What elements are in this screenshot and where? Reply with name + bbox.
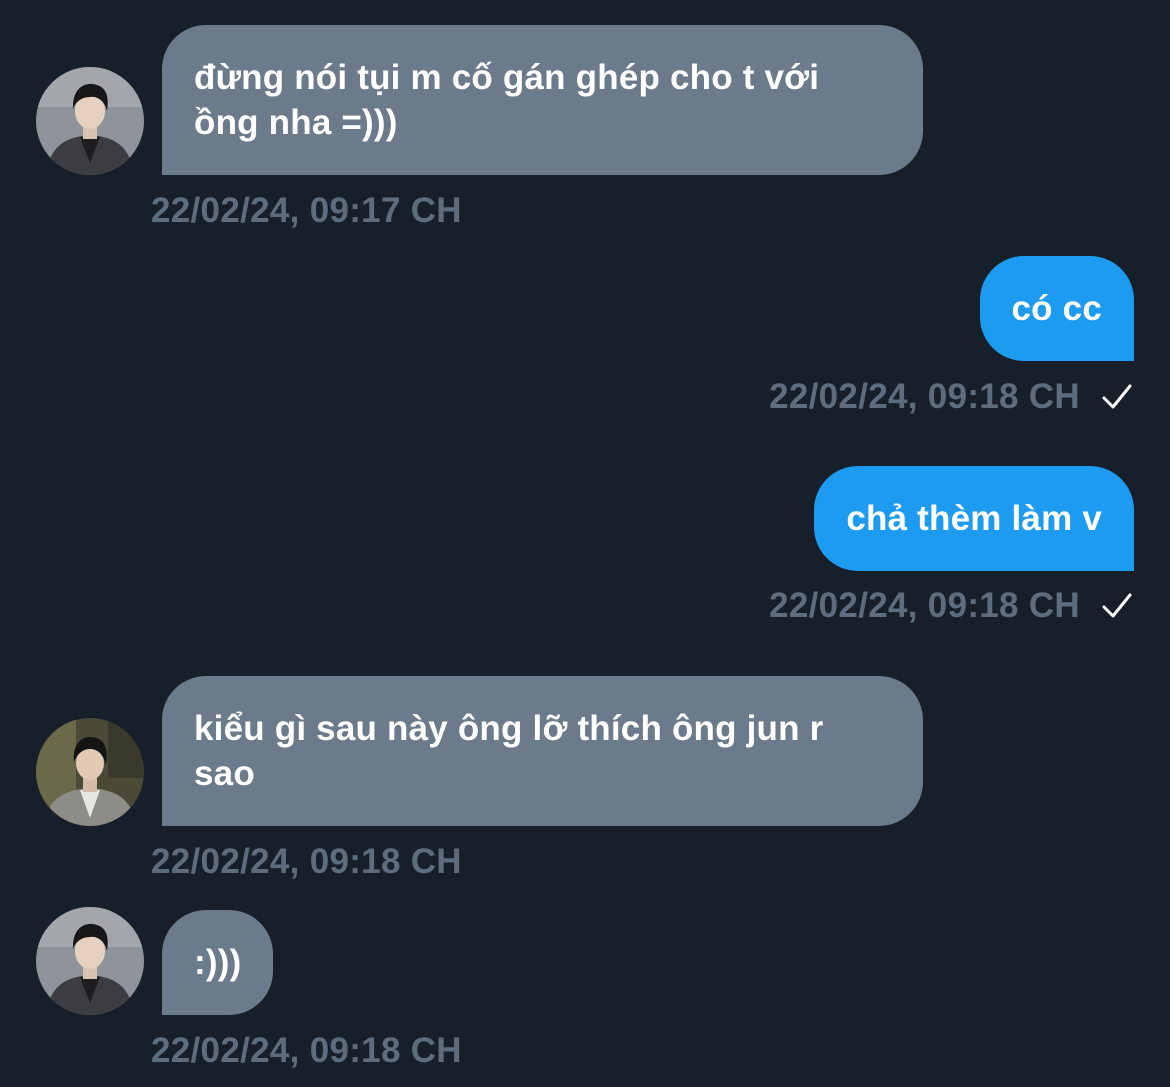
user-avatar[interactable] bbox=[36, 718, 144, 826]
message-timestamp: 22/02/24, 09:18 CH bbox=[151, 1031, 462, 1070]
message-bubble[interactable]: :))) bbox=[162, 910, 274, 1015]
user-avatar-1-icon bbox=[36, 907, 144, 1015]
message-bubble[interactable]: chả thèm làm v bbox=[814, 466, 1134, 571]
check-icon bbox=[1102, 593, 1132, 618]
message-timestamp: 22/02/24, 09:18 CH bbox=[769, 586, 1080, 625]
user-avatar-1-icon bbox=[36, 67, 144, 175]
message-bubble[interactable]: đừng nói tụi m cố gán ghép cho t với ồng… bbox=[162, 25, 923, 175]
message-timestamp: 22/02/24, 09:18 CH bbox=[769, 377, 1080, 416]
message-bubble[interactable]: kiểu gì sau này ông lỡ thích ông jun r s… bbox=[162, 676, 923, 826]
check-icon bbox=[1102, 384, 1132, 409]
user-avatar[interactable] bbox=[36, 67, 144, 175]
message-timestamp: 22/02/24, 09:17 CH bbox=[151, 191, 462, 230]
message-timestamp: 22/02/24, 09:18 CH bbox=[151, 842, 462, 881]
message-bubble[interactable]: có cc bbox=[979, 256, 1134, 361]
user-avatar[interactable] bbox=[36, 907, 144, 1015]
user-avatar-2-icon bbox=[36, 718, 144, 826]
